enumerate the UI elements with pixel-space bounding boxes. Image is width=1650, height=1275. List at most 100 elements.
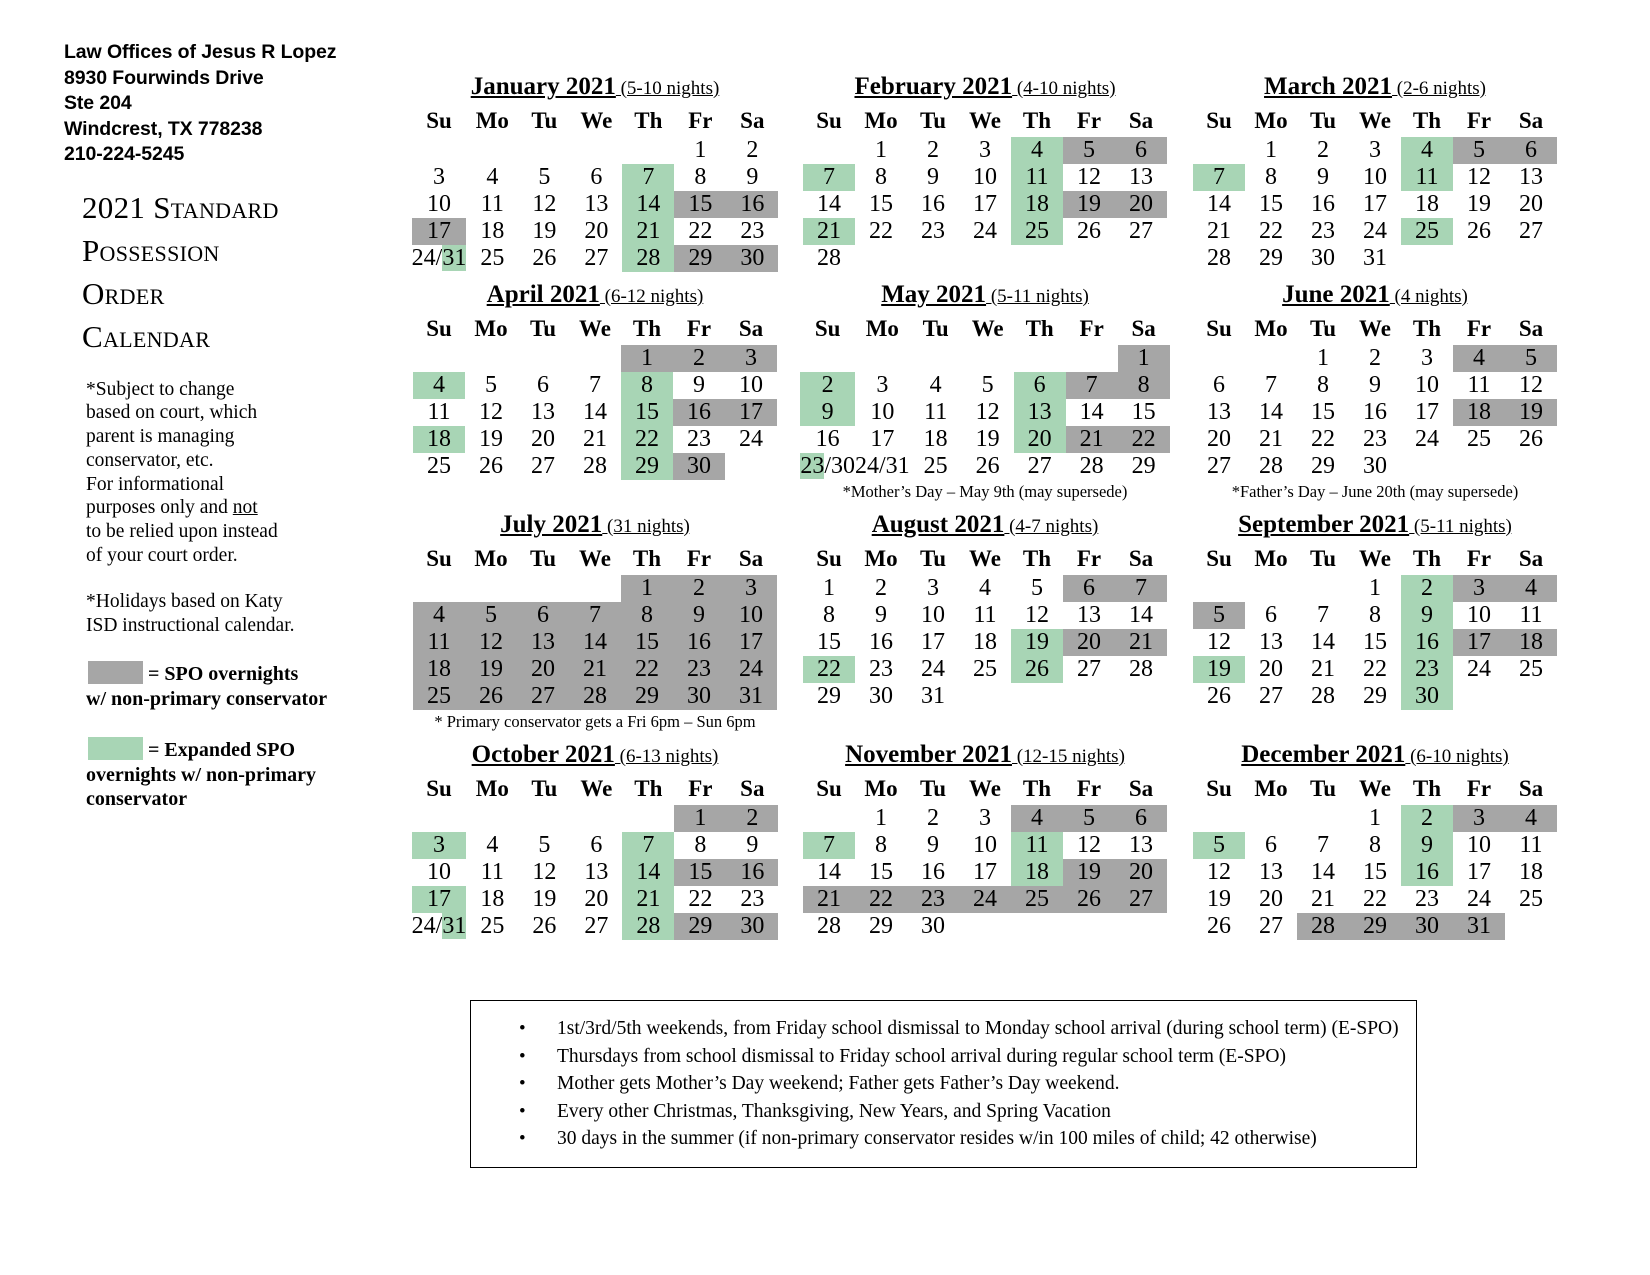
day-cell: 26 [532,913,557,939]
day-cell: 24 [739,426,763,452]
week-row: 23 4 5678 [800,372,1170,399]
day-cell: 5 [981,372,994,398]
day-cell: 21 [622,886,675,913]
day-cell: 17 [411,218,467,245]
day-cell: 4 [486,832,499,858]
day-cell: 15 [674,859,727,886]
weekday-header-fr: Fr [686,315,712,341]
day-cell: 25 [923,453,948,479]
week-row: 3456789 [412,164,779,191]
week-row: 9 10 11 12 13 14 15 [800,399,1169,426]
day-cell: 17 [1363,191,1387,217]
day-cell: 13 [531,399,555,425]
day-cell: 27 [1519,218,1543,244]
day-cell: 16 [1401,629,1453,656]
day-cell: 4 [413,372,465,399]
legend-green-row: = Expanded SPO overnights w/ non-primary… [86,737,414,811]
month-nights: (4-7 nights) [1004,516,1099,537]
weekday-header-th: Th [1022,107,1052,133]
empty-day [466,805,518,832]
month-nights: (5-10 nights) [615,78,720,99]
weekday-header-we: We [1359,545,1391,571]
day-cell: 14 [622,859,675,886]
day-cell: 23 [921,218,945,244]
empty-day [412,805,467,832]
empty-day [569,575,621,602]
day-cell: 9 [1401,602,1453,629]
summary-bullet-5: 30 days in the summer (if non-primary co… [519,1125,1416,1153]
day-cell: 1 [1317,345,1329,371]
day-cell: 20 [1207,426,1231,452]
day-cell: 23 [1401,656,1453,683]
week-row: 3456789 [411,832,779,859]
day-cell: 1 [621,575,673,602]
day-cell: 2 [927,137,939,163]
day-cell: 24 [1467,656,1491,682]
day-cell: 19 [465,656,517,683]
weekday-header-mo: Mo [475,775,509,801]
empty-day [1193,575,1245,602]
weekday-header-su: Su [816,545,842,571]
day-cell: 8 [694,832,707,858]
empty-day [465,575,517,602]
weekday-header-sa: Sa [740,107,765,133]
weekday-header-we: We [580,775,613,801]
legend-green-label-b: overnights w/ non-primary [86,764,316,787]
weekday-header-row: Su Mo Tu We Th Fr Sa [1193,312,1557,345]
week-row: 13 14 15 16 17 18 19 [1193,399,1557,426]
day-cell: 5 [485,372,497,398]
day-cell: 9 [875,602,887,628]
day-cell: 14 [1311,629,1335,655]
empty-day [1505,453,1557,480]
day-cell: 13 [1077,602,1101,628]
day-cell: 20 [1115,859,1167,886]
day-cell: 22 [855,886,907,913]
day-cell: 6 [1265,832,1277,858]
day-cell: 8 [694,164,707,190]
day-cell: 10 [921,602,945,628]
day-cell: 29 [869,913,893,939]
calendar-row-q4: October 2021 (6-13 nights) Su Mo Tu We Th Fr Sa… [400,742,1580,940]
day-cell: 25 [1519,886,1543,912]
day-cell: 16 [673,629,725,656]
day-cell: 7 [1317,832,1329,858]
day-cell: 16 [921,859,945,885]
weekday-header-tu: Tu [1309,107,1337,133]
weekday-header-th: Th [1025,315,1054,341]
day-cell: 23 [740,218,765,244]
day-cell: 17 [973,859,997,885]
disclaimer-line-2: based on court, which [86,402,258,424]
day-cell: 7 [1115,575,1167,602]
legend-gray-row: = SPO overnights w/ non-primary conserva… [86,661,414,711]
week-row: 12 [412,805,779,832]
weekday-header-row: Su Mo Tu We Th Fr Sa [412,104,779,137]
weekday-header-we: We [969,545,1001,571]
day-cell: 30 [921,913,945,939]
month-title: January 2021 (5-10 nights) [400,74,790,104]
day-cell-split: 24/31 [411,245,467,271]
day-cell: 1 [875,805,887,831]
day-cell: 2 [1401,575,1453,602]
day-cell: 28 [1079,453,1104,479]
firm-street: 8930 Fourwinds Drive [64,66,264,89]
day-cell: 7 [569,602,621,629]
day-cell: 27 [1259,683,1283,709]
legend-gray-label-b: overnights [208,663,299,686]
week-row: 8 9 10 11 12 13 14 [803,602,1167,629]
month-name: March 2021 [1264,73,1393,100]
day-cell: 8 [621,602,673,629]
day-cell: 1 [1265,137,1277,163]
month-nights: (31 nights) [602,516,690,537]
summary-bullet-list: 1st/3rd/5th weekends, from Friday school… [471,1015,1416,1153]
month-title: July 2021 (31 nights) [400,512,790,542]
day-cell: 2 [1369,345,1381,371]
weekday-header-row: Su Mo Tu We Th Fr Sa [803,104,1167,137]
month-name: May 2021 [881,281,987,308]
day-cell: 3 [1453,575,1505,602]
day-cell: 14 [569,629,621,656]
empty-day [466,137,518,164]
day-cell: 27 [584,913,609,939]
weekday-header-fr: Fr [1076,107,1102,133]
day-cell: 17 [725,399,777,426]
day-cell: 18 [480,218,505,244]
